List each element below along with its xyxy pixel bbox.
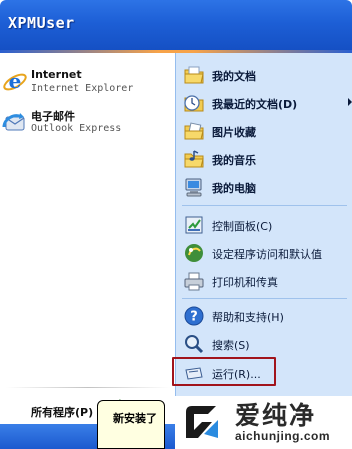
recent-documents-icon xyxy=(184,95,204,112)
help-icon: ? xyxy=(184,306,204,326)
svg-text:?: ? xyxy=(190,310,198,325)
pinned-sub-internet: Internet Explorer xyxy=(31,83,134,94)
program-access-icon xyxy=(185,244,203,262)
menu-item-recent-documents[interactable]: 我最近的文档(D) xyxy=(176,90,352,116)
menu-label-my-music: 我的音乐 xyxy=(212,154,256,167)
left-divider xyxy=(6,387,170,388)
menu-item-my-computer[interactable]: 我的电脑 xyxy=(176,174,352,200)
places-panel: 我的文档 我最近的文档(D) 图片收藏 我的音乐 我的电脑 控制面板(C) 设定… xyxy=(175,53,352,396)
tooltip-text: 新安装了 xyxy=(113,412,157,425)
printers-icon xyxy=(184,272,204,291)
pinned-name-internet: Internet xyxy=(31,68,82,81)
menu-label-printers: 打印机和传真 xyxy=(212,276,278,289)
menu-label-help: 帮助和支持(H) xyxy=(212,311,284,324)
menu-item-program-access[interactable]: 设定程序访问和默认值 xyxy=(176,240,352,266)
menu-item-printers[interactable]: 打印机和传真 xyxy=(176,268,352,294)
ie-icon: e xyxy=(3,69,27,93)
username: XPMUser xyxy=(8,14,75,32)
menu-label-search: 搜索(S) xyxy=(212,339,250,352)
menu-label-my-documents: 我的文档 xyxy=(212,70,256,83)
pinned-sub-email: Outlook Express xyxy=(31,123,122,134)
pinned-name-email: 电子邮件 xyxy=(31,110,75,123)
my-documents-icon xyxy=(184,66,204,84)
menu-item-help[interactable]: ? 帮助和支持(H) xyxy=(176,303,352,329)
menu-label-control-panel: 控制面板(C) xyxy=(212,220,273,233)
menu-label-program-access: 设定程序访问和默认值 xyxy=(212,248,322,261)
places-divider-2 xyxy=(182,298,347,299)
menu-item-my-music[interactable]: 我的音乐 xyxy=(176,146,352,172)
control-panel-icon xyxy=(185,216,203,234)
submenu-arrow-icon xyxy=(348,98,352,106)
menu-item-control-panel[interactable]: 控制面板(C) xyxy=(176,212,352,238)
menu-label-my-computer: 我的电脑 xyxy=(212,182,256,195)
menu-item-my-pictures[interactable]: 图片收藏 xyxy=(176,118,352,144)
menu-label-recent-documents: 我最近的文档(D) xyxy=(212,98,298,111)
svg-text:e: e xyxy=(9,69,22,93)
places-divider-1 xyxy=(182,205,347,206)
new-programs-tooltip: 新安装了 xyxy=(97,400,165,449)
my-music-icon xyxy=(184,150,204,168)
pinned-item-email[interactable]: 电子邮件 Outlook Express xyxy=(0,107,175,143)
all-programs-label[interactable]: 所有程序(P) xyxy=(31,404,93,420)
run-highlight-box xyxy=(172,357,276,386)
pinned-programs-panel: e Internet Internet Explorer 电子邮件 Outloo… xyxy=(0,53,175,396)
my-pictures-icon xyxy=(184,122,204,140)
watermark-logo-icon xyxy=(186,406,218,438)
search-icon xyxy=(185,335,204,354)
start-menu-header: XPMUser xyxy=(0,0,352,50)
outlook-icon xyxy=(2,113,25,131)
my-computer-icon xyxy=(185,178,202,197)
watermark-chinese: 爱纯净 xyxy=(235,401,317,430)
menu-item-search[interactable]: 搜索(S) xyxy=(176,331,352,357)
watermark: 爱纯净 aichunjing.com xyxy=(175,396,352,449)
pinned-item-internet[interactable]: e Internet Internet Explorer xyxy=(0,67,175,103)
menu-item-my-documents[interactable]: 我的文档 xyxy=(176,62,352,88)
menu-label-my-pictures: 图片收藏 xyxy=(212,126,256,139)
watermark-english: aichunjing.com xyxy=(235,429,331,443)
